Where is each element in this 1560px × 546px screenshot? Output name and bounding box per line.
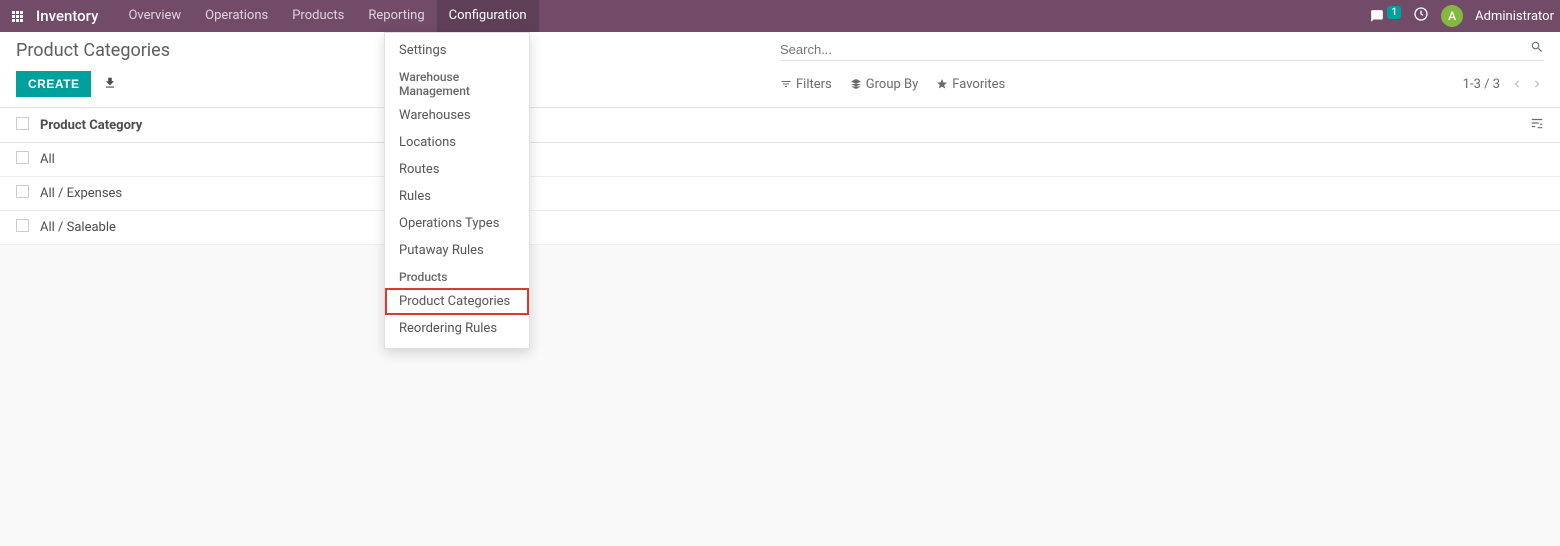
search-icon[interactable]	[1530, 40, 1544, 58]
row-checkbox[interactable]	[16, 185, 29, 198]
table-row[interactable]: All / Saleable	[0, 211, 1560, 245]
activities-icon[interactable]	[1413, 6, 1429, 26]
favorites-button[interactable]: Favorites	[936, 77, 1005, 92]
nav-overview[interactable]: Overview	[116, 0, 193, 32]
table-row[interactable]: All / Expenses	[0, 177, 1560, 211]
nav-reporting[interactable]: Reporting	[356, 0, 436, 32]
dd-section-warehouse: Warehouse Management	[385, 64, 529, 102]
favorites-label: Favorites	[952, 77, 1005, 92]
funnel-icon	[780, 78, 792, 90]
dd-locations[interactable]: Locations	[385, 129, 529, 156]
search-input[interactable]	[780, 42, 1530, 57]
avatar[interactable]: A	[1441, 5, 1463, 27]
dd-warehouses[interactable]: Warehouses	[385, 102, 529, 129]
dd-settings[interactable]: Settings	[385, 37, 529, 64]
row-name: All / Saleable	[40, 220, 116, 235]
layers-icon	[850, 78, 862, 90]
dd-routes[interactable]: Routes	[385, 156, 529, 183]
list-view: Product Category All All / Expenses All …	[0, 108, 1560, 245]
messaging-icon[interactable]: 1	[1369, 9, 1401, 23]
messaging-badge: 1	[1387, 6, 1401, 19]
row-checkbox[interactable]	[16, 219, 29, 232]
dd-reordering-rules[interactable]: Reordering Rules	[385, 315, 529, 342]
control-panel: Product Categories CREATE Filters	[0, 32, 1560, 108]
app-brand[interactable]: Inventory	[36, 7, 98, 25]
row-name: All	[40, 152, 55, 167]
chevron-left-icon[interactable]	[1510, 77, 1524, 91]
dd-operations-types[interactable]: Operations Types	[385, 210, 529, 237]
star-icon	[936, 78, 948, 90]
table-header: Product Category	[0, 108, 1560, 143]
group-by-button[interactable]: Group By	[850, 77, 919, 92]
import-button[interactable]	[99, 72, 121, 97]
column-header-category[interactable]: Product Category	[40, 118, 142, 133]
apps-icon[interactable]	[8, 7, 26, 25]
table-row[interactable]: All	[0, 143, 1560, 177]
top-navbar: Inventory Overview Operations Products R…	[0, 0, 1560, 32]
nav-operations[interactable]: Operations	[193, 0, 280, 32]
download-icon	[103, 76, 117, 90]
sliders-icon	[1530, 116, 1544, 130]
row-name: All / Expenses	[40, 186, 122, 201]
pager-text: 1-3 / 3	[1463, 77, 1500, 92]
row-checkbox[interactable]	[16, 151, 29, 164]
column-options[interactable]	[1530, 116, 1544, 134]
dd-product-categories[interactable]: Product Categories	[385, 288, 529, 315]
configuration-dropdown: Settings Warehouse Management Warehouses…	[384, 32, 530, 349]
dd-putaway-rules[interactable]: Putaway Rules	[385, 237, 529, 264]
create-button[interactable]: CREATE	[16, 71, 91, 97]
select-all-checkbox[interactable]	[16, 117, 29, 130]
nav-products[interactable]: Products	[280, 0, 356, 32]
empty-space	[0, 245, 1560, 545]
nav-configuration[interactable]: Configuration	[437, 0, 539, 32]
dd-section-products: Products	[385, 264, 529, 288]
user-name[interactable]: Administrator	[1475, 9, 1554, 24]
chevron-right-icon[interactable]	[1530, 77, 1544, 91]
filters-button[interactable]: Filters	[780, 77, 832, 92]
filters-label: Filters	[796, 77, 832, 92]
group-by-label: Group By	[866, 77, 919, 92]
dd-rules[interactable]: Rules	[385, 183, 529, 210]
